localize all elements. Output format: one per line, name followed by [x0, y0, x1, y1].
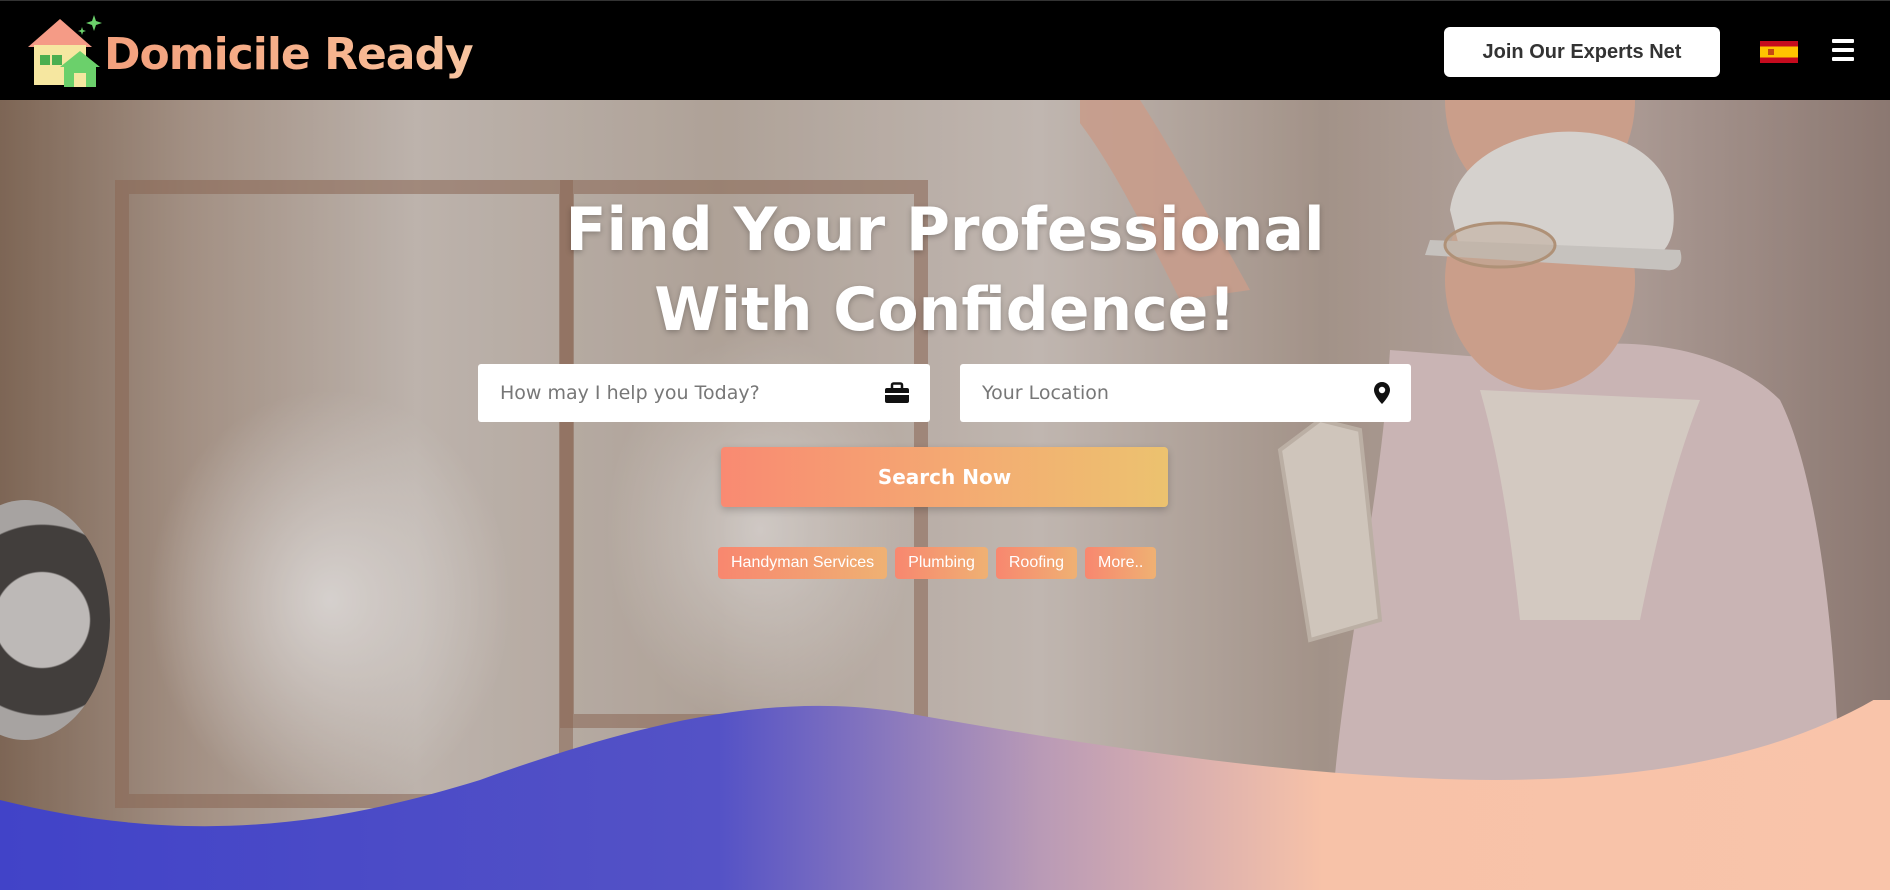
tag-more[interactable]: More..	[1085, 547, 1157, 579]
quick-tags: Handyman Services Plumbing Roofing More.…	[718, 547, 1157, 579]
map-pin-icon	[1374, 382, 1390, 404]
search-now-button[interactable]: Search Now	[721, 447, 1168, 507]
house-logo-icon	[28, 15, 102, 87]
location-input[interactable]	[980, 381, 1373, 405]
spain-flag-icon[interactable]	[1760, 41, 1798, 63]
headline-line-2: With Confidence!	[654, 275, 1236, 345]
join-experts-button[interactable]: Join Our Experts Net	[1444, 27, 1720, 77]
decorative-wave	[0, 700, 1890, 890]
hamburger-menu-icon[interactable]	[1832, 39, 1854, 61]
brand-logo[interactable]: Domicile Ready	[24, 7, 474, 95]
headline-line-1: Find Your Professional	[565, 195, 1325, 265]
briefcase-icon	[885, 382, 909, 403]
service-search-input[interactable]	[498, 381, 884, 405]
location-field[interactable]	[960, 364, 1411, 422]
service-search-field[interactable]	[478, 364, 930, 422]
hero-section: Find Your Professional With Confidence! …	[0, 100, 1890, 890]
tag-plumbing[interactable]: Plumbing	[895, 547, 988, 579]
tag-handyman-services[interactable]: Handyman Services	[718, 547, 888, 579]
brand-name: Domicile Ready	[104, 29, 474, 80]
top-navbar: Domicile Ready Join Our Experts Net	[0, 0, 1890, 100]
tag-roofing[interactable]: Roofing	[995, 547, 1078, 579]
hero-headline: Find Your Professional With Confidence!	[0, 190, 1890, 350]
